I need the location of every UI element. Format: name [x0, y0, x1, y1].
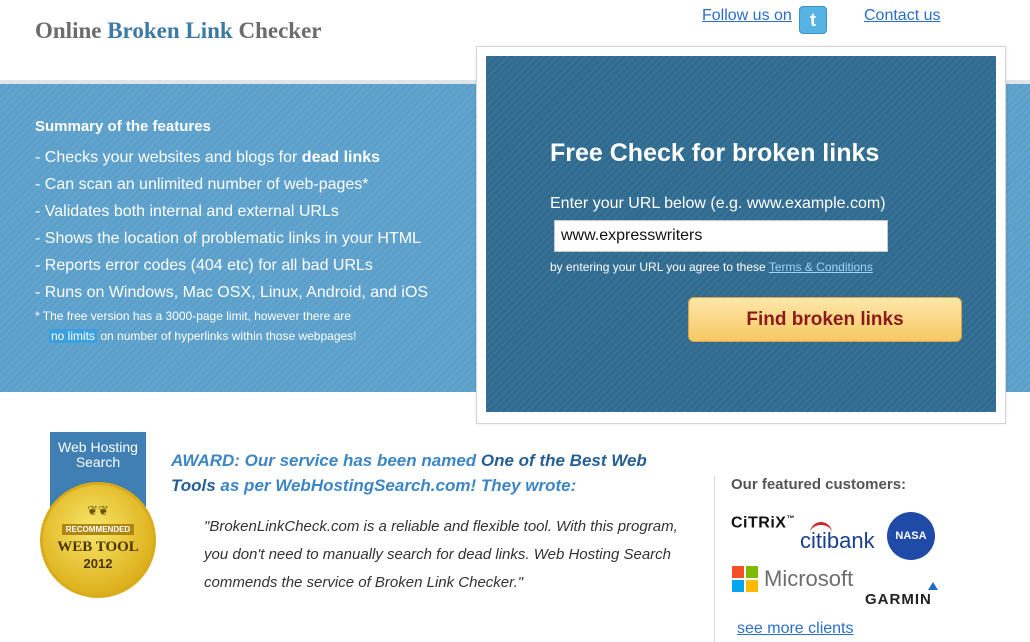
footnote-line2: no limits on number of hyperlinks within… — [35, 326, 455, 346]
twitter-icon[interactable]: t — [799, 6, 827, 34]
garmin-triangle-icon — [928, 582, 938, 590]
features-heading: Summary of the features — [35, 118, 211, 135]
terms-notice-text: by entering your URL you agree to these — [550, 260, 769, 274]
award-badge: Web Hosting Search ❦❦ RECOMMENDED WEB TO… — [38, 432, 160, 598]
terms-link[interactable]: Terms & Conditions — [769, 260, 873, 274]
award-text-part2: as per WebHostingSearch.com! They wrote: — [215, 476, 577, 495]
citibank-logo: citibank — [800, 522, 875, 554]
check-panel-heading: Free Check for broken links — [550, 139, 880, 167]
customers-divider — [714, 476, 715, 642]
award-quote: "BrokenLinkCheck.com is a reliable and f… — [204, 518, 678, 591]
features-list: - Checks your websites and blogs for dea… — [35, 144, 455, 306]
award-text-part1: AWARD: Our service has been named — [171, 451, 481, 470]
url-label: Enter your URL below (e.g. www.example.c… — [550, 195, 886, 212]
garmin-logo: GARMIN — [865, 591, 932, 608]
badge-web-tool: WEB TOOL — [57, 539, 139, 555]
features-footnote: * The free version has a 3000-page limit… — [35, 306, 455, 346]
award-text: AWARD: Our service has been named One of… — [171, 448, 691, 498]
feature-item: - Can scan an unlimited number of web-pa… — [35, 176, 369, 193]
terms-notice: by entering your URL you agree to these … — [550, 260, 873, 274]
citrix-logo: CiTRiX™ — [731, 514, 795, 532]
site-title-accent: Broken Link — [107, 18, 233, 43]
customers-heading: Our featured customers: — [731, 476, 907, 493]
feature-item: - Checks your websites and blogs for dea… — [35, 144, 455, 171]
feature-item-text: - Checks your websites and blogs for — [35, 149, 302, 166]
citrix-logo-text: CiTRiX — [731, 514, 787, 532]
footnote-line1: * The free version has a 3000-page limit… — [35, 309, 351, 323]
feature-item-bold: dead links — [301, 149, 381, 166]
site-title-part2: Checker — [232, 18, 322, 43]
see-more-clients-link[interactable]: see more clients — [737, 620, 854, 638]
url-input[interactable] — [554, 220, 888, 252]
no-limits-highlight: no limits — [49, 329, 98, 343]
citibank-arc-icon — [810, 522, 832, 533]
nasa-logo: NASA — [887, 512, 935, 560]
feature-item: - Runs on Windows, Mac OSX, Linux, Andro… — [35, 284, 429, 301]
badge-seal: ❦❦ RECOMMENDED WEB TOOL 2012 — [40, 482, 156, 598]
microsoft-logo: Microsoft — [764, 566, 854, 591]
citrix-tm: ™ — [786, 514, 795, 523]
badge-year: 2012 — [83, 556, 113, 571]
badge-recommended: RECOMMENDED — [61, 524, 135, 535]
find-broken-links-button[interactable]: Find broken links — [688, 297, 962, 342]
contact-us-link[interactable]: Contact us — [864, 7, 940, 25]
feature-item: - Validates both internal and external U… — [35, 203, 339, 220]
site-title: Online Broken Link Checker — [35, 18, 322, 44]
feature-item: - Shows the location of problematic link… — [35, 230, 421, 247]
footnote-line2-text: on number of hyperlinks within those web… — [97, 329, 357, 343]
microsoft-flag-icon — [732, 566, 758, 592]
follow-us-link[interactable]: Follow us on — [702, 7, 792, 25]
features-summary: Summary of the features - Checks your we… — [35, 118, 455, 346]
header-links: Follow us on t Contact us — [702, 6, 1022, 36]
site-title-part1: Online — [35, 18, 108, 43]
laurel-icon: ❦❦ — [87, 503, 109, 518]
check-panel: Free Check for broken links Enter your U… — [486, 56, 996, 412]
feature-item: - Reports error codes (404 etc) for all … — [35, 257, 373, 274]
